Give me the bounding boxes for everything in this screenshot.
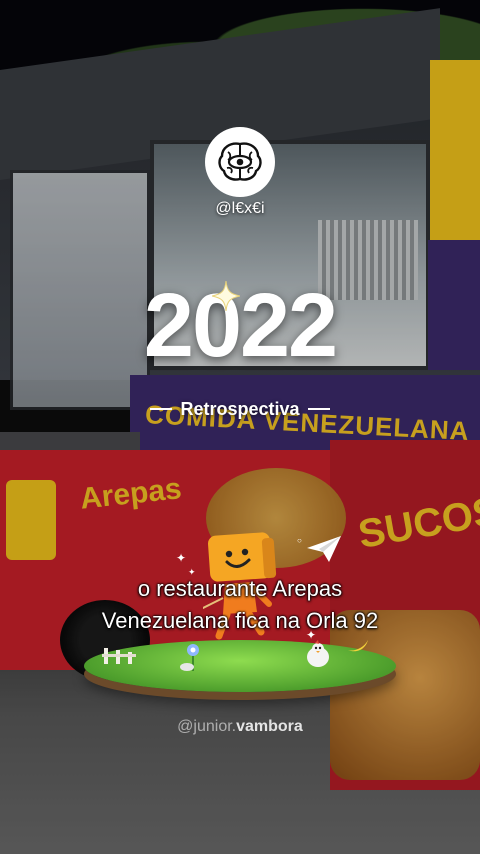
subtitle-row: Retrospectiva — [140, 396, 340, 422]
small-sparkle-icon: ✦ — [176, 551, 187, 565]
caption-line-1: o restaurante Arepas — [137, 576, 343, 601]
profile-username[interactable]: @l€x€i — [140, 200, 340, 218]
profile-avatar[interactable] — [205, 127, 275, 197]
credit-prefix: @junior. — [177, 718, 237, 735]
fence-icon — [102, 648, 136, 664]
sparkle-icon — [212, 281, 240, 311]
banana-icon — [348, 640, 368, 652]
divider-left — [150, 408, 173, 410]
year-title: 2022 — [143, 276, 338, 376]
caption-line-2: Venezuelana fica na Orla 92 — [101, 608, 379, 633]
chick-icon — [307, 640, 329, 667]
credit-name: vambora — [236, 718, 303, 735]
subtitle-text: Retrospectiva — [180, 398, 300, 419]
video-credit[interactable]: @junior.vambora — [130, 718, 350, 736]
brain-eye-icon — [218, 142, 262, 181]
divider-right — [307, 408, 330, 410]
paper-plane-icon — [307, 536, 341, 562]
small-sparkle-icon: ○ — [297, 536, 302, 545]
